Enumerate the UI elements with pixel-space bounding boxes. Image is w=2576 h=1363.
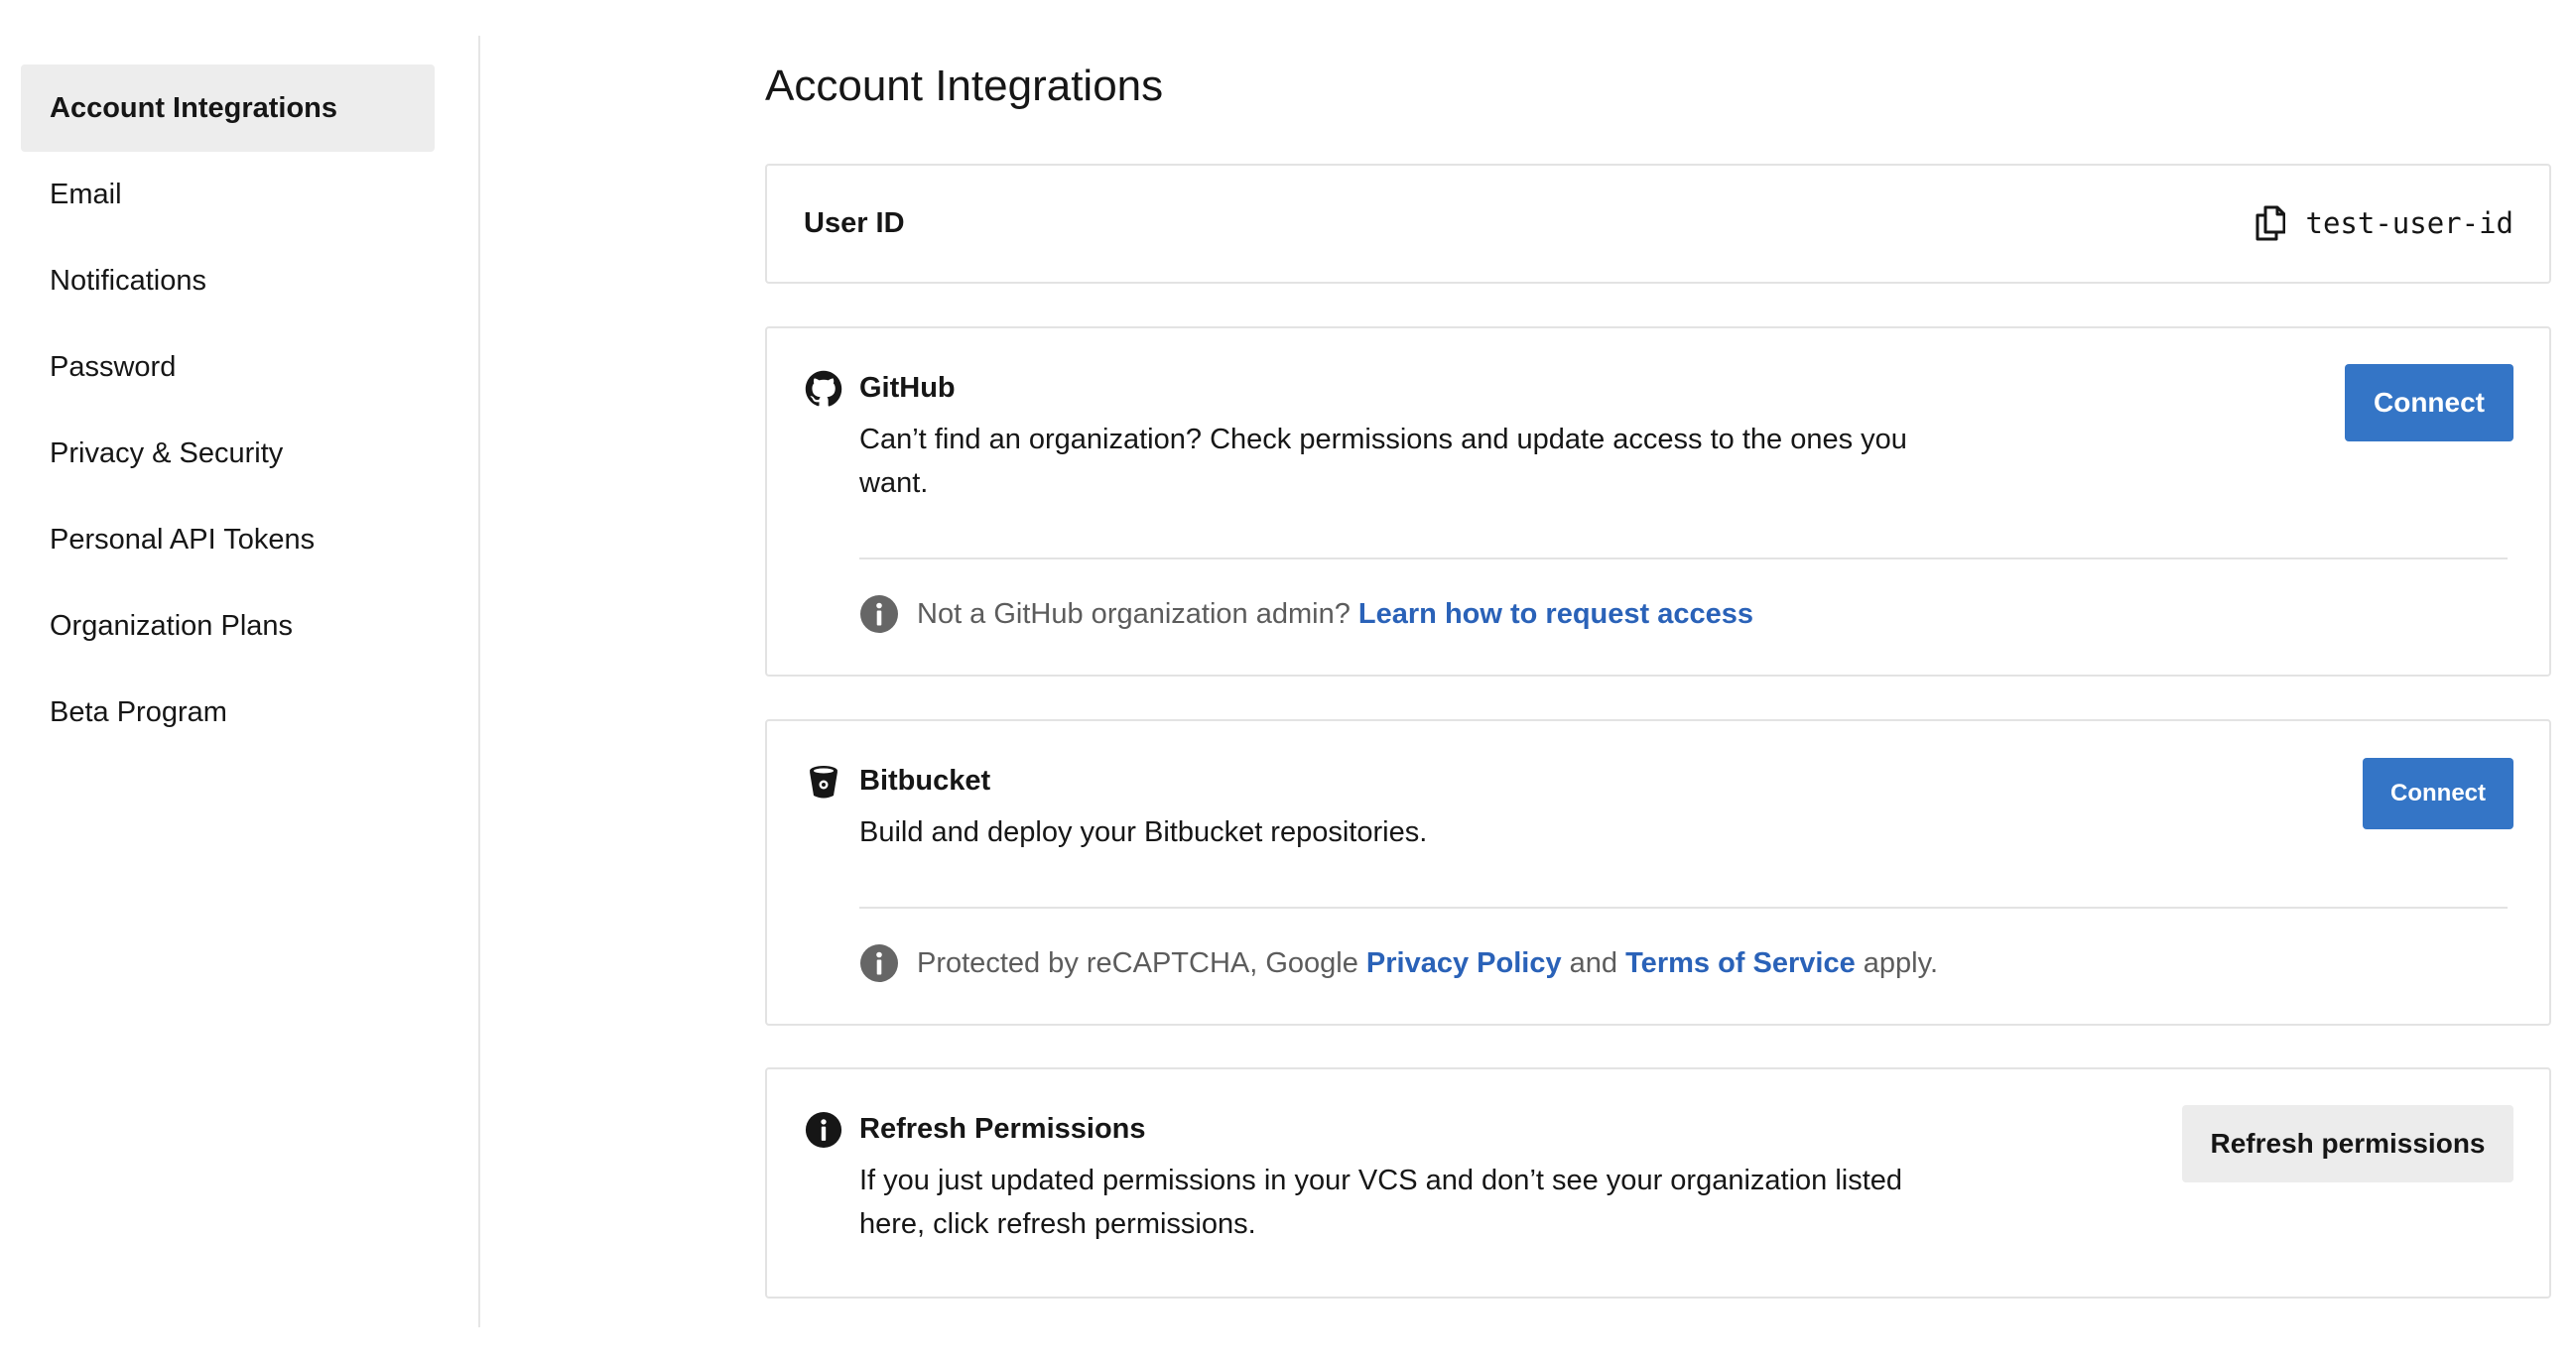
privacy-policy-link[interactable]: Privacy Policy — [1366, 947, 1562, 980]
refresh-permissions-button[interactable]: Refresh permissions — [2182, 1105, 2513, 1182]
bitbucket-description: Build and deploy your Bitbucket reposito… — [859, 816, 1428, 848]
github-connect-button[interactable]: Connect — [2345, 364, 2513, 441]
github-admin-note: Not a GitHub organization admin? Learn h… — [859, 594, 1753, 634]
info-icon — [860, 595, 898, 633]
bitbucket-card: Bitbucket Build and deploy your Bitbucke… — [765, 719, 2551, 1026]
sidebar-item-password[interactable]: Password — [21, 323, 435, 411]
page-title: Account Integrations — [765, 62, 1164, 110]
sidebar-item-email[interactable]: Email — [21, 151, 435, 238]
github-card: GitHub Can’t find an organization? Check… — [765, 326, 2551, 677]
bitbucket-icon — [810, 766, 837, 799]
terms-of-service-link[interactable]: Terms of Service — [1625, 947, 1856, 980]
sidebar-item-organization-plans[interactable]: Organization Plans — [21, 582, 435, 670]
refresh-permissions-card: Refresh Permissions If you just updated … — [765, 1067, 2551, 1299]
user-id-card: User ID test-user-id — [765, 164, 2551, 284]
bitbucket-connect-button[interactable]: Connect — [2363, 758, 2513, 829]
sidebar-item-label: Password — [50, 350, 177, 383]
user-id-value: test-user-id — [2305, 206, 2513, 240]
sidebar-item-label: Organization Plans — [50, 609, 294, 642]
sidebar-item-label: Beta Program — [50, 695, 227, 728]
info-icon — [805, 1111, 842, 1149]
sidebar-item-privacy-security[interactable]: Privacy & Security — [21, 410, 435, 497]
refresh-permissions-title: Refresh Permissions — [859, 1113, 1146, 1145]
sidebar-item-label: Notifications — [50, 264, 206, 297]
sidebar-item-label: Account Integrations — [50, 91, 338, 124]
sidebar-item-label: Personal API Tokens — [50, 523, 316, 556]
sidebar-item-notifications[interactable]: Notifications — [21, 237, 435, 324]
info-icon — [860, 944, 898, 982]
bitbucket-title: Bitbucket — [859, 765, 991, 797]
copy-icon[interactable] — [2255, 205, 2286, 241]
recaptcha-note: Protected by reCAPTCHA, Google Privacy P… — [859, 943, 1938, 983]
github-note-text: Not a GitHub organization admin? — [917, 597, 1351, 630]
refresh-permissions-description: If you just updated permissions in your … — [859, 1165, 1903, 1240]
github-title: GitHub — [859, 372, 956, 404]
user-id-label: User ID — [804, 207, 905, 239]
github-icon — [805, 370, 842, 407]
sidebar-item-label: Email — [50, 178, 122, 210]
request-access-link[interactable]: Learn how to request access — [1358, 598, 1753, 631]
divider — [859, 558, 2508, 559]
sidebar-item-personal-api-tokens[interactable]: Personal API Tokens — [21, 496, 435, 583]
settings-sidebar: Account Integrations Email Notifications… — [0, 36, 480, 1327]
sidebar-item-beta-program[interactable]: Beta Program — [21, 669, 435, 756]
recaptcha-note-prefix: Protected by reCAPTCHA, Google — [917, 946, 1358, 979]
recaptcha-note-and: and — [1569, 946, 1618, 979]
github-description: Can’t find an organization? Check permis… — [859, 424, 1907, 499]
user-id-value-group: test-user-id — [2255, 205, 2513, 241]
sidebar-item-label: Privacy & Security — [50, 436, 284, 469]
sidebar-item-account-integrations[interactable]: Account Integrations — [21, 64, 435, 152]
divider — [859, 907, 2508, 909]
recaptcha-note-suffix: apply. — [1863, 946, 1938, 979]
